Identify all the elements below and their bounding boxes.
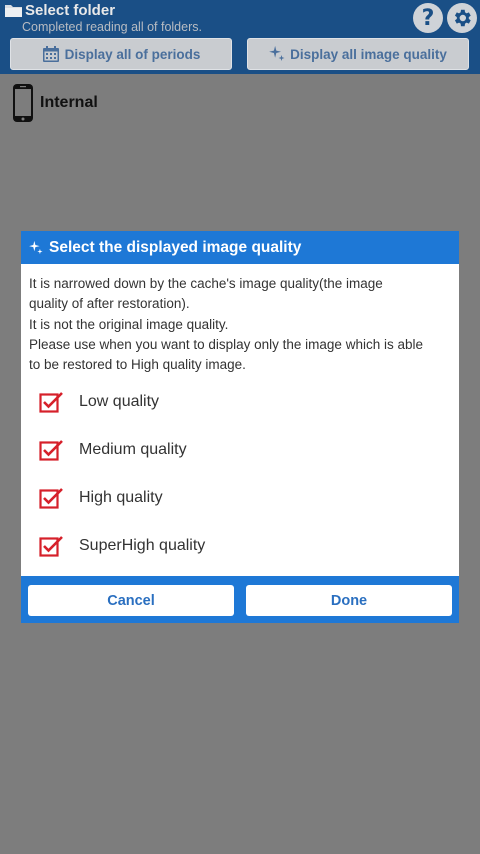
description-line: It is not the original image quality. xyxy=(29,316,229,332)
description-line: Please use when you want to display only… xyxy=(29,336,423,352)
done-button[interactable]: Done xyxy=(246,585,452,616)
description-line: It is narrowed down by the cache's image… xyxy=(29,276,383,291)
description-line: to be restored to High quality image. xyxy=(29,357,246,373)
header-title-row: Select folder xyxy=(4,2,115,19)
option-label: Medium quality xyxy=(79,441,187,458)
display-all-periods-label: Display all of periods xyxy=(64,46,201,62)
checkbox-checked-icon[interactable] xyxy=(39,391,63,413)
checkbox-checked-icon[interactable] xyxy=(39,535,63,557)
sparkle-icon xyxy=(29,240,43,254)
option-high-quality[interactable]: High quality xyxy=(39,485,163,511)
help-button[interactable]: ? xyxy=(413,3,443,33)
calendar-icon xyxy=(42,46,59,62)
dialog-footer: Cancel Done xyxy=(21,576,459,623)
dialog-header: Select the displayed image quality xyxy=(21,231,459,264)
checkbox-checked-icon[interactable] xyxy=(39,439,63,461)
display-all-periods-button[interactable]: Display all of periods xyxy=(10,38,232,70)
header-subtitle: Completed reading all of folders. xyxy=(22,20,202,34)
checkbox-checked-icon[interactable] xyxy=(39,487,63,509)
help-icon: ? xyxy=(421,5,435,31)
header-title: Select folder xyxy=(25,2,116,19)
sparkle-icon xyxy=(269,45,285,61)
option-medium-quality[interactable]: Medium quality xyxy=(39,437,187,463)
image-quality-dialog: Select the displayed image quality It is… xyxy=(21,231,459,623)
display-all-image-quality-button[interactable]: Display all image quality xyxy=(247,38,469,70)
folder-icon xyxy=(5,5,22,17)
option-label: SuperHigh quality xyxy=(79,537,206,554)
display-all-image-quality-label: Display all image quality xyxy=(290,46,447,62)
storage-label: Internal xyxy=(40,94,98,111)
option-label: High quality xyxy=(79,489,163,506)
dialog-description: It is narrowed down by the cache's image… xyxy=(29,274,455,375)
phone-icon xyxy=(13,84,33,122)
app-header: Select folder Completed reading all of f… xyxy=(0,0,480,74)
option-low-quality[interactable]: Low quality xyxy=(39,389,159,415)
settings-button[interactable] xyxy=(447,3,477,33)
option-superhigh-quality[interactable]: SuperHigh quality xyxy=(39,533,205,559)
cancel-button[interactable]: Cancel xyxy=(28,585,234,616)
storage-item-internal[interactable]: Internal xyxy=(12,83,98,123)
option-label: Low quality xyxy=(79,393,160,410)
dialog-title: Select the displayed image quality xyxy=(49,238,302,256)
gear-icon xyxy=(454,9,471,27)
description-line: quality of after restoration). xyxy=(29,296,190,312)
